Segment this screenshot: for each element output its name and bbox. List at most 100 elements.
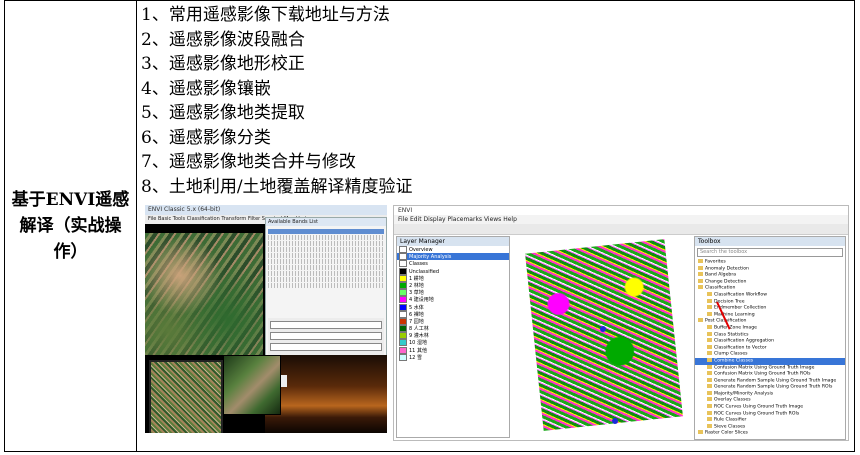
toolbox-item-label: Classification: [705, 285, 736, 291]
folder-icon: [707, 305, 712, 310]
toolbox-item-label: Clump Classes: [714, 351, 748, 357]
toolbar: [394, 224, 848, 235]
folder-icon: [707, 338, 712, 343]
folder-icon: [698, 272, 703, 277]
toolbox-item-label: Raster Color Slices: [705, 430, 748, 436]
layer-row[interactable]: 10 湿地: [397, 339, 509, 347]
row-label: 基于ENVI遥感解译（实战操作）: [11, 190, 130, 262]
class-color-swatch: [399, 332, 407, 340]
layer-label: Majority Analysis: [409, 254, 452, 261]
layer-row[interactable]: 2 林地: [397, 281, 509, 289]
folder-icon: [707, 311, 712, 316]
layer-row[interactable]: 5 水体: [397, 303, 509, 311]
list-item: 7、遥感影像地类合并与修改: [141, 152, 356, 172]
folder-icon: [707, 331, 712, 336]
toolbox-item[interactable]: Majority/Minority Analysis: [695, 390, 845, 398]
toolbox-search-input[interactable]: Search the toolbox: [697, 248, 843, 257]
toolbox-item[interactable]: Generate Random Sample Using Ground Trut…: [695, 384, 845, 391]
layer-label: Classes: [409, 261, 428, 268]
folder-icon: [707, 344, 712, 349]
toolbox-item[interactable]: Generate Random Sample Using Ground Trut…: [695, 377, 845, 385]
toolbox-item[interactable]: Classification Workflow: [695, 291, 845, 299]
toolbox-item[interactable]: Classification: [695, 285, 845, 292]
layer-row[interactable]: 7 园地: [397, 317, 509, 325]
layer-label: 1 耕地: [409, 275, 424, 282]
toolbox-item-label: Combine Classes: [714, 358, 754, 364]
layer-row[interactable]: Majority Analysis: [397, 253, 509, 261]
layer-row[interactable]: 8 人工林: [397, 325, 509, 333]
toolbox-item-label: ROC Curves Using Ground Truth Image: [714, 404, 804, 410]
class-color-swatch: [399, 353, 407, 361]
class-color-swatch: [399, 253, 407, 261]
step-list: 1、常用遥感影像下载地址与方法 2、遥感影像波段融合 3、遥感影像地形校正 4、…: [141, 3, 854, 199]
toolbox-item[interactable]: Confusion Matrix Using Ground Truth Imag…: [695, 364, 845, 372]
layer-row[interactable]: Classes: [397, 260, 509, 268]
toolbox-item[interactable]: Buffer Zone Image: [695, 324, 845, 332]
class-color-swatch: [399, 289, 407, 297]
layer-row[interactable]: Overview: [397, 246, 509, 253]
toolbox-item-label: Classification Aggregation: [714, 338, 774, 344]
band-field[interactable]: [270, 343, 382, 351]
folder-icon: [707, 423, 712, 428]
toolbox-item[interactable]: Change Detection: [695, 278, 845, 286]
band-field[interactable]: [270, 321, 382, 329]
layer-row[interactable]: 12 雪: [397, 353, 509, 361]
folder-icon: [707, 384, 712, 389]
toolbox-item[interactable]: Raster Color Slices: [695, 430, 845, 437]
screenshot-area: ENVI Classic 5.x (64-bit) File Basic Too…: [137, 205, 854, 445]
list-item: 3、遥感影像地形校正: [141, 54, 305, 74]
folder-icon: [698, 318, 703, 323]
toolbox-item[interactable]: Anomaly Detection: [695, 265, 845, 273]
layer-label: 5 水体: [409, 304, 424, 311]
toolbox-item[interactable]: Class Statistics: [695, 331, 845, 339]
layer-manager: Layer Manager Overview Majority Analysis C…: [396, 236, 510, 438]
folder-icon: [707, 390, 712, 395]
folder-icon: [698, 259, 703, 263]
layer-row[interactable]: 11 其他: [397, 346, 509, 354]
class-color-swatch: [399, 339, 407, 347]
list-item: 1、常用遥感影像下载地址与方法: [141, 5, 390, 25]
toolbox-title: Toolbox: [695, 237, 845, 246]
layer-row[interactable]: 3 草地: [397, 289, 509, 297]
toolbox-item[interactable]: Machine Learning: [695, 311, 845, 319]
toolbox-item[interactable]: Clump Classes: [695, 351, 845, 358]
terrain-image: [145, 233, 263, 355]
content-cell: 1、常用遥感影像下载地址与方法 2、遥感影像波段融合 3、遥感影像地形校正 4、…: [136, 0, 855, 452]
folder-icon: [707, 357, 712, 362]
toolbox-item[interactable]: Confusion Matrix Using Ground Truth ROIs: [695, 371, 845, 378]
toolbox-item[interactable]: Combine Classes: [695, 357, 845, 365]
folder-icon: [698, 265, 703, 270]
toolbox-item[interactable]: Band Algebra: [695, 272, 845, 279]
toolbox-item[interactable]: Classification Aggregation: [695, 338, 845, 345]
toolbox-item[interactable]: Overlay Classes: [695, 397, 845, 404]
window-title: ENVI: [394, 206, 848, 215]
layer-label: 10 湿地: [409, 340, 427, 347]
toolbox-panel: Toolbox Search the toolbox Favorites Anom…: [694, 236, 846, 440]
list-item: 2、遥感影像波段融合: [141, 29, 305, 50]
toolbox-item[interactable]: Rule Classifier: [695, 417, 845, 424]
image-view[interactable]: [512, 236, 692, 440]
folder-icon: [707, 324, 712, 329]
class-color-swatch: [399, 325, 407, 333]
layer-row[interactable]: 4 建设用地: [397, 296, 509, 304]
desktop-background: [265, 355, 387, 433]
toolbox-item[interactable]: Favorites: [695, 259, 845, 266]
scene-thumbnail: [149, 360, 223, 433]
toolbox-item[interactable]: Post Classification: [695, 318, 845, 325]
toolbox-item[interactable]: Classification to Vector: [695, 344, 845, 352]
class-color-swatch: [399, 310, 407, 318]
toolbox-item[interactable]: Sieve Classes: [695, 423, 845, 431]
layer-row[interactable]: 9 灌木林: [397, 332, 509, 340]
layer-manager-title: Layer Manager: [397, 237, 509, 246]
toolbox-item[interactable]: ROC Curves Using Ground Truth Image: [695, 404, 845, 411]
layer-row[interactable]: 1 耕地: [397, 274, 509, 282]
folder-icon: [707, 377, 712, 382]
toolbox-item-label: Confusion Matrix Using Ground Truth Imag…: [714, 365, 815, 370]
toolbox-item[interactable]: ROC Curves Using Ground Truth ROIs: [695, 410, 845, 418]
toolbox-item-label: Anomaly Detection: [705, 266, 749, 272]
band-field[interactable]: [270, 332, 382, 340]
layer-row[interactable]: Unclassified: [397, 267, 509, 275]
layer-row[interactable]: 6 裸地: [397, 310, 509, 318]
content-table: 基于ENVI遥感解译（实战操作） 1、常用遥感影像下载地址与方法 2、遥感影像波…: [4, 0, 855, 452]
class-color-swatch: [399, 246, 407, 253]
